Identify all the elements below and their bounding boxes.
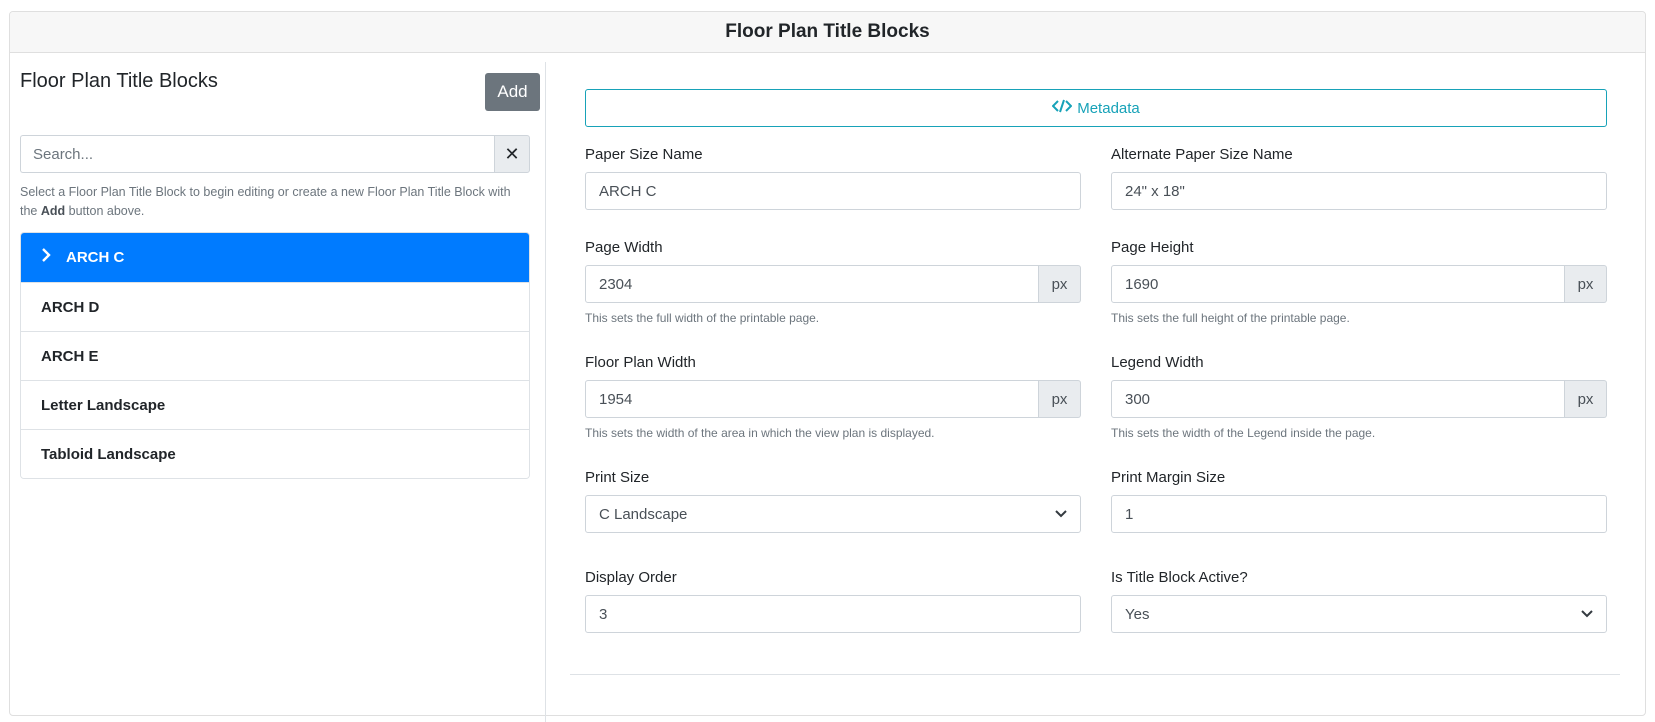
chevron-down-icon <box>1581 607 1593 621</box>
chevron-down-icon <box>1055 507 1067 521</box>
sidebar-help-text: Select a Floor Plan Title Block to begin… <box>20 185 511 218</box>
pane-divider <box>545 62 546 722</box>
list-item-label: ARCH E <box>41 347 99 365</box>
page-height-input[interactable]: 1690 <box>1111 265 1565 303</box>
is-active-field: Is Title Block Active? Yes <box>1111 569 1607 633</box>
sidebar-title: Floor Plan Title Blocks <box>20 70 218 92</box>
list-item-label: Tabloid Landscape <box>41 445 176 463</box>
print-margin-size-input[interactable]: 1 <box>1111 495 1607 533</box>
page-title: Floor Plan Title Blocks <box>10 12 1645 53</box>
paper-size-name-label: Paper Size Name <box>585 146 703 163</box>
metadata-label: Metadata <box>1077 99 1140 117</box>
code-icon <box>1051 99 1073 117</box>
alt-paper-size-name-field: Alternate Paper Size Name 24" x 18" <box>1111 146 1607 210</box>
is-active-select[interactable]: Yes <box>1111 595 1607 633</box>
page-width-input[interactable]: 2304 <box>585 265 1039 303</box>
legend-width-field: Legend Width 300 px This sets the width … <box>1111 354 1607 440</box>
close-icon: ✕ <box>504 143 520 164</box>
legend-width-unit: px <box>1565 380 1607 418</box>
search-group: ✕ <box>20 135 530 173</box>
floor-plan-width-help: This sets the width of the area in which… <box>585 426 935 440</box>
page-height-field: Page Height 1690 px This sets the full h… <box>1111 239 1607 325</box>
is-active-label: Is Title Block Active? <box>1111 569 1248 586</box>
display-order-field: Display Order 3 <box>585 569 1081 633</box>
floor-plan-width-label: Floor Plan Width <box>585 354 696 371</box>
list-item-label: ARCH D <box>41 298 100 316</box>
alt-paper-size-name-label: Alternate Paper Size Name <box>1111 146 1293 163</box>
metadata-button[interactable]: Metadata <box>585 89 1607 127</box>
form-divider <box>570 674 1620 675</box>
legend-width-input[interactable]: 300 <box>1111 380 1565 418</box>
page-height-unit: px <box>1565 265 1607 303</box>
page-width-unit: px <box>1039 265 1081 303</box>
paper-size-name-input[interactable]: ARCH C <box>585 172 1081 210</box>
page-width-field: Page Width 2304 px This sets the full wi… <box>585 239 1081 325</box>
floor-plan-width-input[interactable]: 1954 <box>585 380 1039 418</box>
display-order-label: Display Order <box>585 569 677 586</box>
floor-plan-width-field: Floor Plan Width 1954 px This sets the w… <box>585 354 1081 440</box>
legend-width-help: This sets the width of the Legend inside… <box>1111 426 1376 440</box>
title-block-list: ARCH C ARCH D ARCH E Letter Landscape Ta… <box>20 232 530 479</box>
list-item-label: Letter Landscape <box>41 396 166 414</box>
is-active-value: Yes <box>1125 605 1150 623</box>
page-width-help: This sets the full width of the printabl… <box>585 311 820 325</box>
display-order-input[interactable]: 3 <box>585 595 1081 633</box>
page-width-label: Page Width <box>585 239 663 256</box>
chevron-right-icon <box>41 248 66 267</box>
search-input[interactable] <box>20 135 494 173</box>
legend-width-label: Legend Width <box>1111 354 1204 371</box>
add-button[interactable]: Add <box>485 73 540 111</box>
list-item[interactable]: ARCH C <box>21 233 529 282</box>
list-item[interactable]: ARCH E <box>21 331 529 380</box>
print-size-label: Print Size <box>585 469 650 486</box>
page-height-label: Page Height <box>1111 239 1194 256</box>
page-height-help: This sets the full height of the printab… <box>1111 311 1350 325</box>
list-item[interactable]: Tabloid Landscape <box>21 429 529 478</box>
print-size-value: C Landscape <box>599 505 688 523</box>
clear-search-button[interactable]: ✕ <box>494 135 530 173</box>
print-size-field: Print Size C Landscape <box>585 469 1081 533</box>
paper-size-name-field: Paper Size Name ARCH C <box>585 146 1081 210</box>
print-size-select[interactable]: C Landscape <box>585 495 1081 533</box>
print-margin-size-label: Print Margin Size <box>1111 469 1226 486</box>
alt-paper-size-name-input[interactable]: 24" x 18" <box>1111 172 1607 210</box>
print-margin-size-field: Print Margin Size 1 <box>1111 469 1607 533</box>
list-item[interactable]: Letter Landscape <box>21 380 529 429</box>
list-item[interactable]: ARCH D <box>21 282 529 331</box>
floor-plan-width-unit: px <box>1039 380 1081 418</box>
list-item-label: ARCH C <box>66 249 125 266</box>
